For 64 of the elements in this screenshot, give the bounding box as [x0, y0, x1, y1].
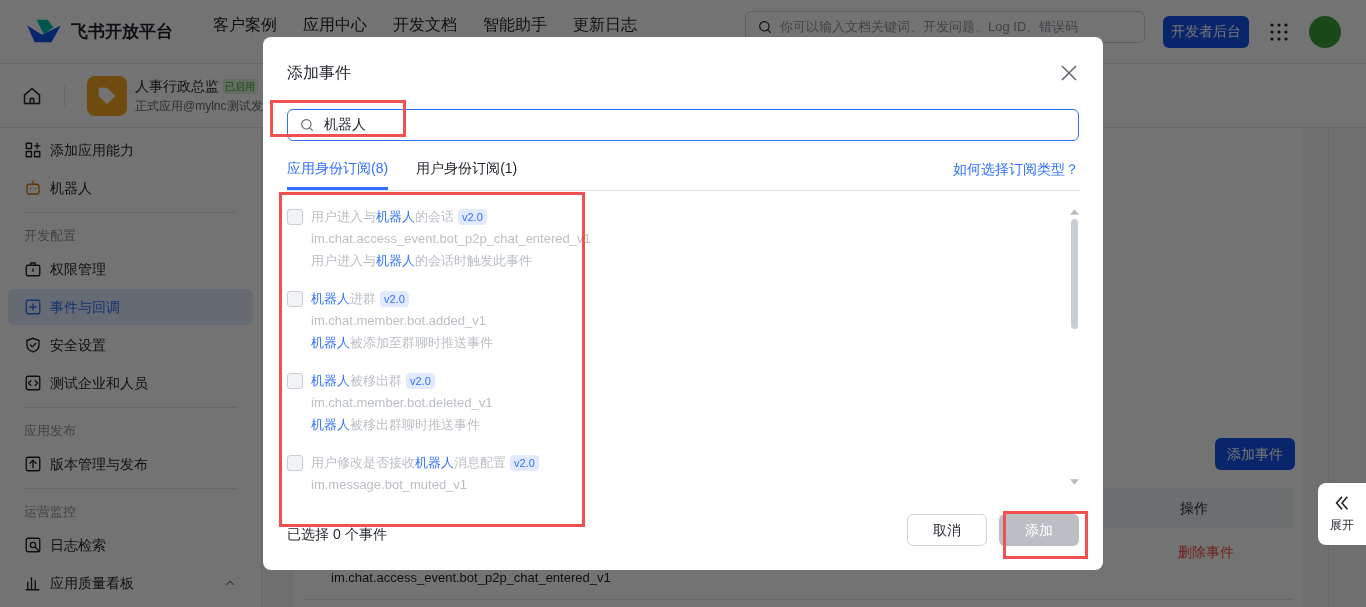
- sidebar-item[interactable]: 测试企业和人员: [8, 365, 253, 401]
- avatar[interactable]: [1309, 15, 1341, 48]
- bar-chart-icon: [24, 574, 42, 592]
- app-name: 人事行政总监: [135, 77, 219, 96]
- sidebar-item[interactable]: 权限管理: [8, 251, 253, 287]
- dialog-title: 添加事件: [287, 63, 351, 83]
- sidebar-item[interactable]: 机器人: [8, 170, 253, 206]
- nav-link[interactable]: 应用中心: [303, 12, 367, 37]
- version-tag: v2.0: [380, 291, 409, 307]
- search-icon: [299, 117, 315, 133]
- event-title: 用户进入与机器人的会话: [311, 208, 454, 226]
- console-button[interactable]: 开发者后台: [1163, 15, 1249, 48]
- nav-link[interactable]: 更新日志: [573, 12, 637, 37]
- cancel-button[interactable]: 取消: [907, 514, 987, 546]
- column-header: 操作: [1180, 498, 1208, 518]
- sidebar-item[interactable]: 事件与回调: [8, 289, 253, 325]
- scroll-up-icon: [1069, 209, 1079, 215]
- event-title: 机器人被移出群: [311, 372, 402, 390]
- tab[interactable]: 用户身份订阅(1): [416, 155, 518, 190]
- nav-link[interactable]: 智能助手: [483, 12, 547, 37]
- sidebar-item[interactable]: 日志检索: [8, 527, 253, 563]
- briefcase-lock-icon: [24, 260, 42, 278]
- help-link[interactable]: 如何选择订阅类型？: [953, 159, 1079, 190]
- sidebar-item[interactable]: 应用质量看板: [8, 565, 253, 601]
- code-square-icon: [24, 374, 42, 392]
- version-tag: v2.0: [406, 373, 435, 389]
- sidebar-item[interactable]: 添加应用能力: [8, 132, 253, 168]
- nav-link[interactable]: 开发文档: [393, 12, 457, 37]
- shield-check-icon: [24, 336, 42, 354]
- plus-square-icon: [24, 298, 42, 316]
- logo-text: 飞书开放平台: [71, 20, 173, 43]
- app-subtitle: 正式应用@mylnc测试发: [135, 98, 264, 115]
- grid-plus-icon: [24, 141, 42, 159]
- home-icon: [22, 85, 42, 106]
- event-description: 机器人被移出群聊时推送事件: [311, 416, 481, 434]
- expand-button[interactable]: 展开: [1318, 483, 1366, 545]
- upload-square-icon: [24, 455, 42, 473]
- app-tag-icon: [87, 75, 127, 116]
- event-name: im.chat.access_event.bot_p2p_chat_entered_v1: [331, 569, 612, 587]
- sidebar-item[interactable]: 版本管理与发布: [8, 446, 253, 482]
- version-tag: v2.0: [458, 209, 487, 225]
- event-description: 用户进入与机器人的会话时触发此事件: [311, 252, 533, 270]
- close-icon[interactable]: [1059, 63, 1079, 83]
- nav-link[interactable]: 客户案例: [213, 12, 277, 37]
- tab[interactable]: 应用身份订阅(8): [287, 155, 389, 190]
- delete-event-link[interactable]: 删除事件: [1178, 542, 1234, 563]
- apps-grid-icon[interactable]: [1269, 21, 1289, 42]
- event-description: 机器人被添加至群聊时推送事件: [311, 334, 493, 352]
- search-icon: [757, 18, 773, 35]
- version-tag: v2.0: [510, 455, 539, 471]
- add-event-button[interactable]: 添加事件: [1215, 438, 1295, 470]
- event-key: im.chat.member.bot.added_v1: [311, 310, 493, 332]
- selected-count: 已选择 0 个事件: [287, 524, 388, 544]
- event-title: 用户修改是否接收机器人消息配置: [311, 454, 506, 472]
- event-key: im.message.bot_muted_v1: [311, 474, 539, 496]
- status-tag: 已启用: [223, 79, 257, 94]
- event-key: im.chat.member.bot.deleted_v1: [311, 392, 493, 414]
- sidebar-item[interactable]: 安全设置: [8, 327, 253, 363]
- log-search-icon: [24, 536, 42, 554]
- event-title: 机器人进群: [311, 290, 376, 308]
- scroll-down-icon: [1069, 479, 1079, 485]
- search-field[interactable]: 机器人: [287, 109, 1079, 141]
- double-chevron-left-icon: [1333, 494, 1351, 512]
- robot-icon: [24, 179, 42, 197]
